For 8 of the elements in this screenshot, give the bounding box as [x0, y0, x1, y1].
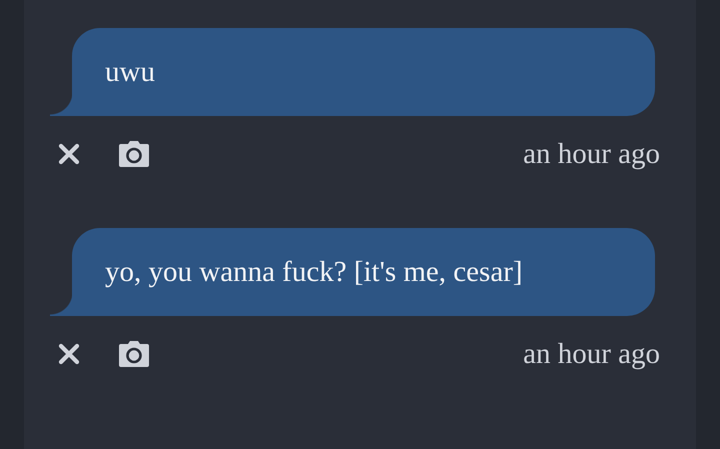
timestamp: an hour ago: [523, 338, 660, 370]
camera-icon[interactable]: [118, 340, 150, 368]
message-text: yo, you wanna fuck? [it's me, cesar]: [105, 255, 523, 290]
close-icon[interactable]: [58, 143, 80, 165]
camera-icon[interactable]: [118, 140, 150, 168]
message-text: uwu: [105, 55, 155, 90]
timestamp: an hour ago: [523, 138, 660, 170]
close-icon[interactable]: [58, 343, 80, 365]
